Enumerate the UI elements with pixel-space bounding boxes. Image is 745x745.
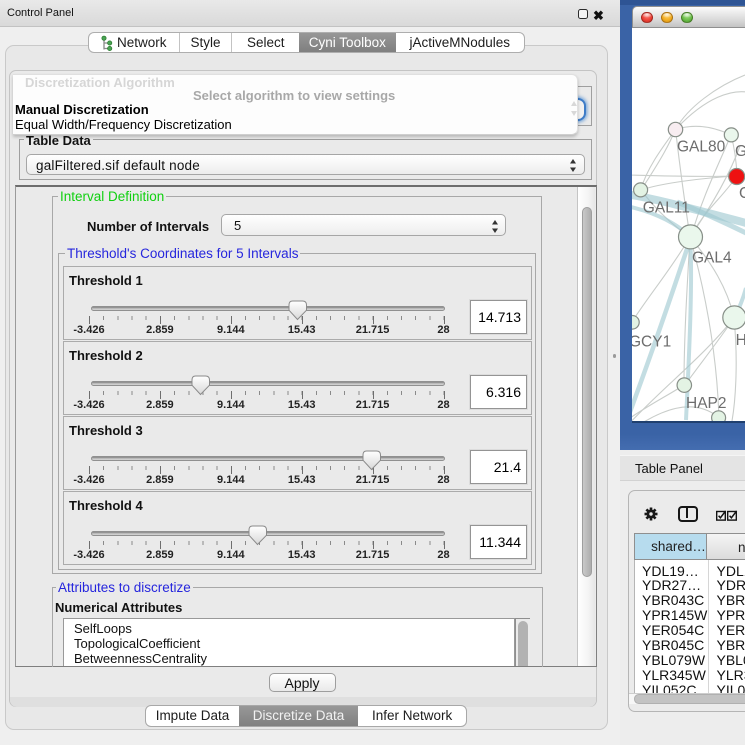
svg-text:C: C bbox=[739, 185, 745, 202]
svg-text:HAP2: HAP2 bbox=[686, 395, 727, 412]
svg-text:H: H bbox=[736, 332, 745, 349]
svg-text:GA: GA bbox=[735, 143, 745, 160]
svg-text:GCY1: GCY1 bbox=[632, 334, 671, 351]
svg-text:GAL11: GAL11 bbox=[643, 200, 690, 217]
svg-text:GAL4: GAL4 bbox=[692, 249, 732, 266]
svg-text:GAL80: GAL80 bbox=[677, 139, 726, 156]
